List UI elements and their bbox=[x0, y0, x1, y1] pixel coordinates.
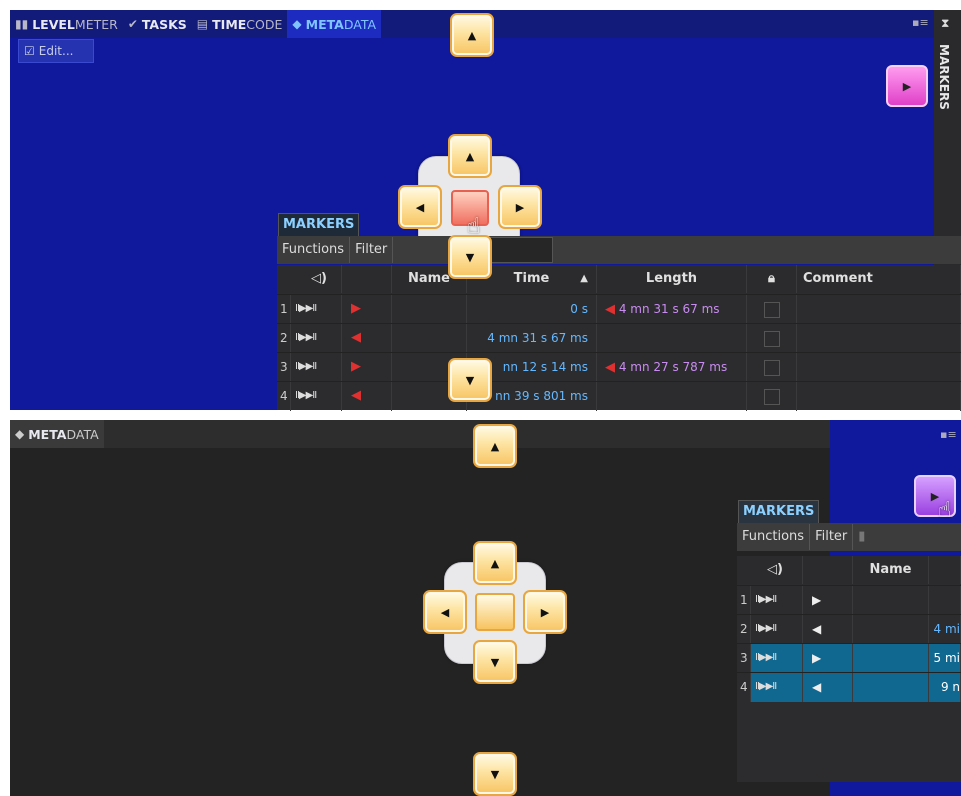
tab-metadata[interactable]: ◆ META DATA bbox=[10, 420, 104, 448]
marker-end-icon: ◀ bbox=[342, 324, 392, 353]
markers-toolbar: Functions Filter bbox=[277, 236, 961, 264]
play-button[interactable]: II▶▶II bbox=[751, 586, 803, 615]
dock-left-arrow[interactable]: ◀ bbox=[423, 590, 467, 634]
dock-bottom-edge-arrow[interactable]: ▼ bbox=[448, 358, 492, 402]
levelmeter-icon: ▮▮ bbox=[15, 17, 29, 31]
edit-icon: ☑ bbox=[24, 44, 35, 58]
dock-center-tab[interactable] bbox=[475, 593, 515, 631]
lock-checkbox[interactable] bbox=[763, 360, 780, 376]
tag-icon: ◆ bbox=[292, 17, 302, 31]
marker-start-icon: ▶ bbox=[803, 644, 853, 673]
col-name[interactable]: Name bbox=[853, 556, 929, 584]
lock-icon: 🔒︎ bbox=[768, 271, 775, 286]
table-row[interactable]: 2 II▶▶II ◀ 4 mn 31 s 67 ms bbox=[277, 323, 961, 353]
table-row[interactable]: 4 II▶▶II ◀ 9 n bbox=[737, 672, 961, 702]
dock-bottom-edge-arrow[interactable]: ▼ bbox=[473, 752, 517, 796]
table-row[interactable]: 1 II▶▶II ▶ 0 s ◀ 4 mn 31 s 67 ms bbox=[277, 294, 961, 324]
markers-window-title: MARKERS bbox=[738, 500, 820, 523]
markers-table: ◁) Name 1 II▶▶II ▶ 2 II▶▶II ◀ 4 mi 3 II▶… bbox=[737, 556, 961, 782]
functions-menu[interactable]: Functions bbox=[737, 524, 811, 550]
bottom-tab-bar: ◆ META DATA bbox=[10, 420, 830, 448]
tab-levelmeter[interactable]: ▮▮ LEVEL METER bbox=[10, 10, 123, 38]
marker-end-icon: ◀ bbox=[803, 615, 853, 644]
markers-table-header: ◁) Name Time ▲ Length 🔒︎ Comment bbox=[277, 265, 961, 293]
table-row[interactable]: 3 II▶▶II ▶ nn 12 s 14 ms ◀ 4 mn 27 s 787… bbox=[277, 352, 961, 382]
functions-menu[interactable]: Functions bbox=[277, 237, 351, 263]
dock-side-right-button[interactable]: ▶ bbox=[886, 65, 928, 107]
trash-icon[interactable]: ▮ bbox=[853, 524, 870, 550]
dock-up-arrow[interactable]: ▲ bbox=[473, 541, 517, 585]
markers-table-header: ◁) Name bbox=[737, 556, 961, 584]
play-button[interactable]: II▶▶II bbox=[291, 353, 342, 382]
hand-cursor-icon: ☝ bbox=[938, 498, 952, 523]
dock-right-arrow[interactable]: ▶ bbox=[523, 590, 567, 634]
marker-end-icon: ◀ bbox=[342, 382, 392, 411]
timecode-icon: ▤ bbox=[196, 17, 209, 31]
filter-menu[interactable]: Filter bbox=[350, 237, 394, 263]
table-row[interactable]: 2 II▶▶II ◀ 4 mi bbox=[737, 614, 961, 644]
dock-top-edge-arrow[interactable]: ▲ bbox=[473, 424, 517, 468]
play-button[interactable]: II▶▶II bbox=[751, 615, 803, 644]
speaker-icon: ◁) bbox=[311, 271, 327, 286]
dock-left-arrow[interactable]: ◀ bbox=[398, 185, 442, 229]
play-button[interactable]: II▶▶II bbox=[751, 673, 803, 702]
marker-start-icon: ▶ bbox=[342, 295, 392, 324]
edit-button[interactable]: ☑ Edit... bbox=[18, 39, 94, 63]
check-icon: ✔ bbox=[127, 17, 138, 31]
speaker-icon: ◁) bbox=[767, 562, 783, 577]
sort-asc-icon: ▲ bbox=[580, 273, 588, 284]
marker-end-icon: ◀ bbox=[803, 673, 853, 702]
col-comment[interactable]: Comment bbox=[797, 265, 961, 293]
dock-right-arrow[interactable]: ▶ bbox=[498, 185, 542, 229]
marker-start-icon: ▶ bbox=[342, 353, 392, 382]
dock-up-arrow[interactable]: ▲ bbox=[448, 134, 492, 178]
col-length[interactable]: Length bbox=[597, 265, 747, 293]
pin-icon: ⧗ bbox=[941, 16, 950, 30]
markers-window-title: MARKERS bbox=[278, 213, 360, 236]
markers-side-label: MARKERS bbox=[937, 44, 951, 110]
table-row[interactable]: 1 II▶▶II ▶ bbox=[737, 585, 961, 615]
table-row[interactable]: 4 II▶▶II ◀ nn 39 s 801 ms bbox=[277, 381, 961, 411]
play-button[interactable]: II▶▶II bbox=[291, 295, 342, 324]
marker-start-icon: ▶ bbox=[803, 586, 853, 615]
dock-top-edge-arrow[interactable]: ▲ bbox=[450, 13, 494, 57]
filter-menu[interactable]: Filter bbox=[810, 524, 854, 550]
panel-menu-icon[interactable]: ▪≡ bbox=[912, 16, 929, 29]
play-button[interactable]: II▶▶II bbox=[291, 382, 342, 411]
markers-table: ◁) Name Time ▲ Length 🔒︎ Comment 1 II▶▶II… bbox=[277, 265, 961, 411]
markers-toolbar: Functions Filter ▮ bbox=[737, 523, 961, 551]
lock-checkbox[interactable] bbox=[763, 331, 780, 347]
lock-checkbox[interactable] bbox=[763, 302, 780, 318]
tab-timecode[interactable]: ▤ TIME CODE bbox=[192, 10, 288, 38]
table-row[interactable]: 3 II▶▶II ▶ 5 mi bbox=[737, 643, 961, 673]
panel-menu-icon[interactable]: ▪≡ bbox=[940, 428, 957, 441]
marker-end-icon: ◀ bbox=[605, 360, 615, 375]
dock-down-arrow[interactable]: ▼ bbox=[448, 235, 492, 279]
play-button[interactable]: II▶▶II bbox=[291, 324, 342, 353]
tag-icon: ◆ bbox=[15, 427, 25, 441]
play-button[interactable]: II▶▶II bbox=[751, 644, 803, 673]
lock-checkbox[interactable] bbox=[763, 389, 780, 405]
tab-tasks[interactable]: ✔ TASKS bbox=[123, 10, 192, 38]
tab-metadata[interactable]: ◆ META DATA bbox=[287, 10, 382, 38]
dock-down-arrow[interactable]: ▼ bbox=[473, 640, 517, 684]
marker-end-icon: ◀ bbox=[605, 302, 615, 317]
